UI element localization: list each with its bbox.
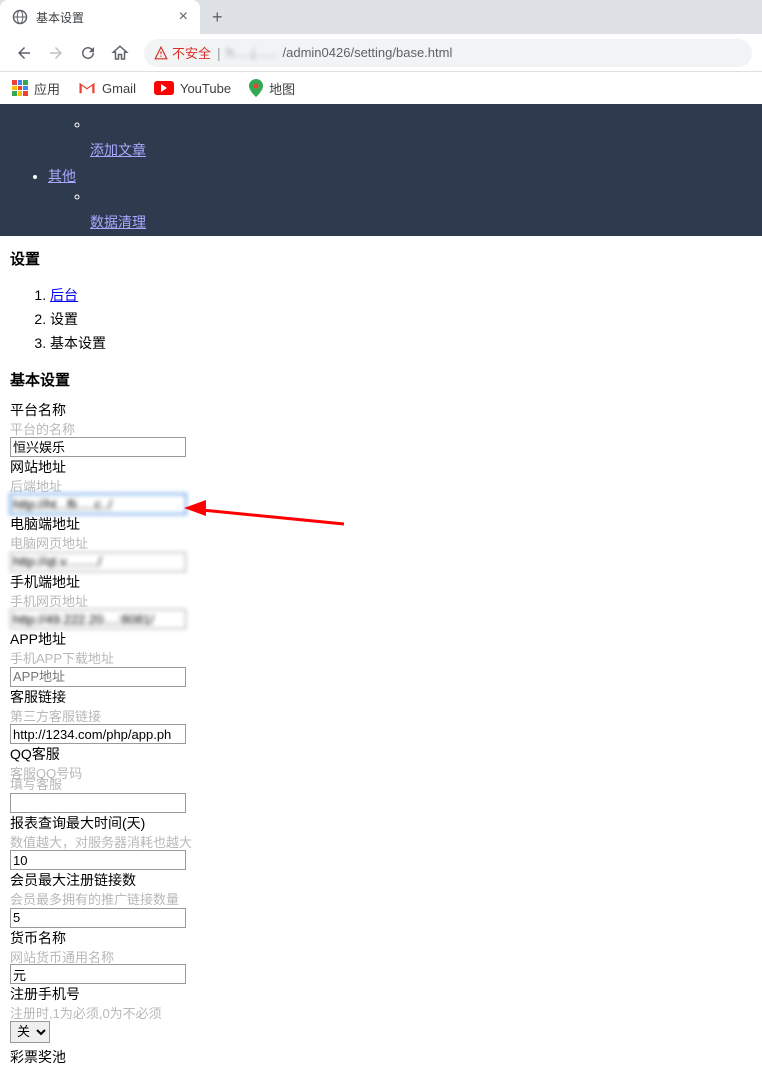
platform-name-input[interactable] — [10, 437, 186, 457]
report-days-label: 报表查询最大时间(天) — [10, 813, 752, 833]
qq-cs-label: QQ客服 — [10, 744, 752, 764]
reg-phone-select[interactable]: 关 — [10, 1021, 50, 1043]
url-path: /admin0426/setting/base.html — [283, 45, 453, 60]
reload-button[interactable] — [74, 39, 102, 67]
qq-cs-hint2: 填写客服 — [10, 774, 752, 793]
youtube-bookmark[interactable]: YouTube — [154, 81, 231, 96]
qq-cs-input[interactable] — [10, 793, 186, 813]
new-tab-button[interactable]: + — [200, 7, 235, 28]
site-url-label: 网站地址 — [10, 457, 752, 477]
url-bar[interactable]: 不安全 | h.....j...... /admin0426/setting/b… — [144, 39, 752, 67]
maps-bookmark[interactable]: 地图 — [249, 79, 295, 98]
mobile-url-label: 手机端地址 — [10, 572, 752, 592]
home-button[interactable] — [106, 39, 134, 67]
browser-tab-bar: 基本设置 × + — [0, 0, 762, 34]
page-title: 设置 — [10, 248, 752, 269]
report-days-input[interactable] — [10, 850, 186, 870]
app-url-input[interactable] — [10, 667, 186, 687]
max-reg-links-hint: 会员最多拥有的推广链接数量 — [10, 889, 752, 908]
gmail-bookmark[interactable]: Gmail — [78, 81, 136, 96]
globe-icon — [12, 9, 28, 25]
url-separator: | — [217, 45, 221, 61]
reg-phone-label: 注册手机号 — [10, 984, 752, 1004]
nav-link-data-clean[interactable]: 数据清理 — [90, 214, 146, 230]
mobile-url-hint: 手机网页地址 — [10, 591, 752, 610]
cs-link-label: 客服链接 — [10, 687, 752, 707]
pc-url-hint: 电脑网页地址 — [10, 533, 752, 552]
reg-phone-hint: 注册时,1为必须,0为不必须 — [10, 1003, 752, 1022]
url-host: h.....j...... — [227, 45, 277, 60]
breadcrumb-backend[interactable]: 后台 — [50, 287, 78, 303]
nav-bullet — [90, 186, 762, 210]
apps-icon — [12, 80, 28, 96]
currency-label: 货币名称 — [10, 928, 752, 948]
section-heading: 基本设置 — [10, 369, 752, 390]
active-tab[interactable]: 基本设置 × — [0, 0, 200, 34]
close-tab-icon[interactable]: × — [179, 8, 188, 26]
bookmarks-bar: 应用 Gmail YouTube 地图 — [0, 72, 762, 104]
page-content: 设置 后台 设置 基本设置 基本设置 平台名称 平台的名称 网站地址 后端地址 … — [0, 236, 762, 1079]
pc-url-label: 电脑端地址 — [10, 514, 752, 534]
max-reg-links-label: 会员最大注册链接数 — [10, 870, 752, 890]
currency-hint: 网站货币通用名称 — [10, 947, 752, 966]
mobile-url-input[interactable] — [10, 609, 186, 629]
breadcrumb-settings: 设置 — [50, 307, 752, 331]
youtube-icon — [154, 81, 174, 95]
cs-link-hint: 第三方客服链接 — [10, 706, 752, 725]
site-url-input[interactable] — [10, 494, 186, 514]
browser-nav-bar: 不安全 | h.....j...... /admin0426/setting/b… — [0, 34, 762, 72]
back-button[interactable] — [10, 39, 38, 67]
tab-title: 基本设置 — [36, 9, 171, 26]
maps-icon — [249, 79, 263, 97]
platform-name-hint: 平台的名称 — [10, 419, 752, 438]
app-url-hint: 手机APP下载地址 — [10, 648, 752, 667]
max-reg-links-input[interactable] — [10, 908, 186, 928]
report-days-hint: 数值越大，对服务器消耗也越大 — [10, 832, 752, 851]
pc-url-input[interactable] — [10, 552, 186, 572]
currency-input[interactable] — [10, 964, 186, 984]
nav-link-add-article[interactable]: 添加文章 — [90, 142, 146, 158]
cs-link-input[interactable] — [10, 724, 186, 744]
nav-link-other[interactable]: 其他 — [48, 168, 76, 184]
site-url-hint: 后端地址 — [10, 476, 752, 495]
admin-sidebar-nav: 添加文章 其他 数据清理 — [0, 104, 762, 236]
apps-bookmark[interactable]: 应用 — [12, 79, 60, 98]
breadcrumb: 后台 设置 基本设置 — [10, 283, 752, 355]
gmail-icon — [78, 81, 96, 95]
nav-bullet — [90, 114, 762, 138]
forward-button[interactable] — [42, 39, 70, 67]
insecure-badge: 不安全 — [154, 43, 211, 62]
platform-name-label: 平台名称 — [10, 400, 752, 420]
breadcrumb-basic: 基本设置 — [50, 331, 752, 355]
app-url-label: APP地址 — [10, 629, 752, 649]
lottery-pool-label: 彩票奖池 — [10, 1047, 752, 1067]
